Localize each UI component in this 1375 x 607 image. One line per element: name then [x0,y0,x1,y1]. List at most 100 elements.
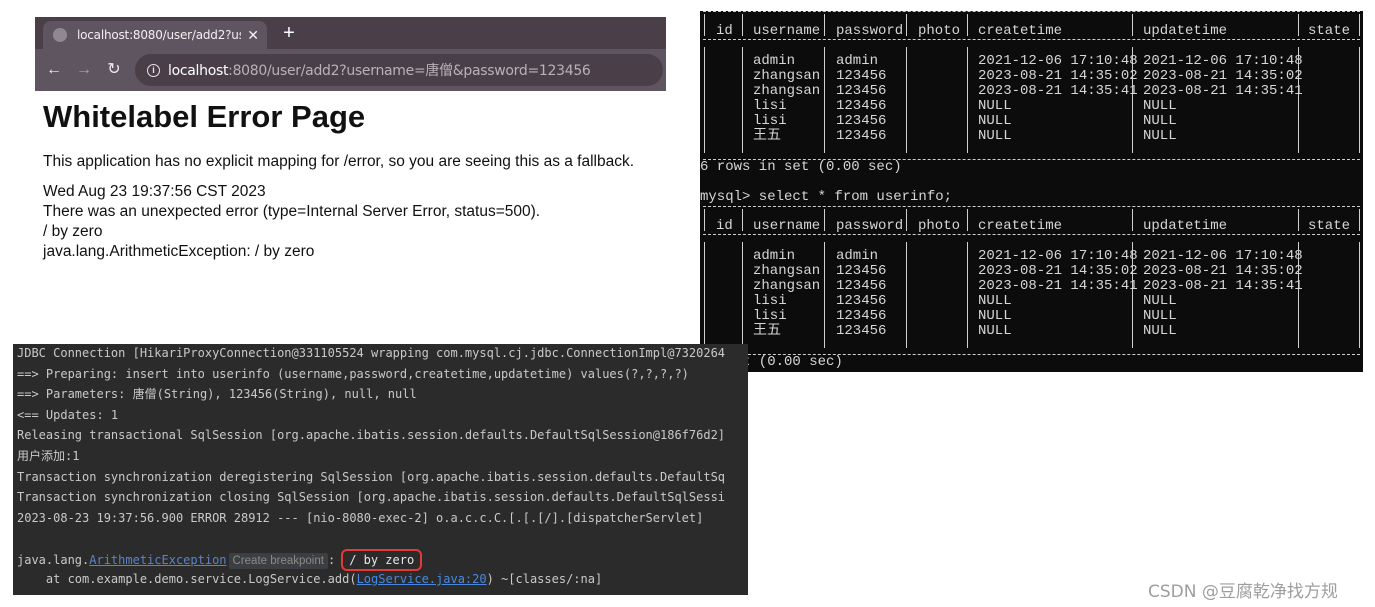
page-title: Whitelabel Error Page [43,99,366,134]
table-cell: NULL [1143,98,1177,114]
table-border [824,209,825,231]
table-border [703,234,1360,235]
column-header: id [716,23,733,39]
column-header: updatetime [1143,218,1228,234]
table-cell: 王五 [753,128,781,144]
table-border [703,39,1360,40]
table-border [967,242,968,348]
table-border [704,242,705,348]
table-cell: NULL [978,308,1012,324]
new-tab-button[interactable]: + [278,22,300,44]
table-border [742,14,743,36]
table-cell: NULL [978,128,1012,144]
back-arrow-icon[interactable]: ← [43,59,65,81]
table-cell: 2023-08-21 14:35:41 [978,83,1138,99]
reload-icon[interactable]: ↻ [103,59,125,81]
log-line: ==> Preparing: insert into userinfo (use… [17,366,689,381]
log-line: 用户添加:1 [17,449,80,463]
table-cell: NULL [1143,323,1177,339]
tab-strip: localhost:8080/user/add2?use ✕ + [35,17,666,49]
mysql-console[interactable]: id username password photo createtime updatet… [700,11,1363,372]
highlighted-error-message: / by zero [341,549,423,571]
table-border [704,14,705,36]
log-line: Releasing transactional SqlSession [org.… [17,428,726,443]
exception-class-link[interactable]: ArithmeticException [89,553,226,567]
table-border [1359,47,1360,153]
address-bar[interactable]: i localhost:8080/user/add2?username=唐僧&p… [135,54,663,86]
error-timestamp: Wed Aug 23 19:37:56 CST 2023 [43,183,266,200]
error-exception: java.lang.ArithmeticException: / by zero [43,243,315,260]
browser-tab[interactable]: localhost:8080/user/add2?use ✕ [43,21,267,49]
table-border [1359,209,1360,231]
table-cell: 2023-08-21 14:35:02 [1143,68,1303,84]
table-cell: zhangsan [753,68,821,84]
table-cell: 2021-12-06 17:10:48 [978,53,1138,69]
log-line: JDBC Connection [HikariProxyConnection@3… [17,346,726,360]
column-header: state [1308,23,1351,39]
table-border [967,14,968,36]
exception-line: java.lang.ArithmeticException Create brea… [17,549,423,571]
source-file-link[interactable]: LogService.java:20 [357,572,487,586]
forward-arrow-icon[interactable]: → [73,59,95,81]
table-cell: 123456 [836,278,887,294]
table-cell: NULL [978,113,1012,129]
table-border [906,209,907,231]
table-border [1359,14,1360,36]
close-icon[interactable]: ✕ [247,28,259,42]
table-cell: 2021-12-06 17:10:48 [1143,53,1303,69]
column-header: password [836,23,904,39]
ide-log-console[interactable]: JDBC Connection [HikariProxyConnection@3… [13,344,748,595]
table-cell: 123456 [836,83,887,99]
error-page: Whitelabel Error Page This application h… [35,91,666,271]
table-cell: NULL [978,323,1012,339]
error-status: There was an unexpected error (type=Inte… [43,203,541,220]
column-header: username [753,23,821,39]
log-line: Transaction synchronization deregisterin… [17,469,726,484]
table-cell: NULL [1143,128,1177,144]
info-icon[interactable]: i [147,63,160,77]
table-border [742,47,743,153]
browser-window: localhost:8080/user/add2?use ✕ + ← → ↻ i… [35,17,666,271]
table-border [967,209,968,231]
table-border [1132,209,1133,231]
table-cell: 123456 [836,323,887,339]
log-line: Transaction synchronization closing SqlS… [17,490,726,505]
table-border [704,209,705,231]
table-cell: 123456 [836,113,887,129]
table-cell: 123456 [836,68,887,84]
table-border [906,14,907,36]
table-cell: 2023-08-21 14:35:02 [1143,263,1303,279]
log-line: <== Updates: 1 [17,407,119,422]
table-cell: 2023-08-21 14:35:41 [978,278,1138,294]
stack-trace-line: at com.example.demo.service.LogService.a… [17,572,603,586]
table-cell: admin [836,53,879,69]
table-border [704,47,705,153]
log-line: ==> Parameters: 唐僧(String), 123456(Strin… [17,387,417,402]
table-cell: NULL [1143,308,1177,324]
table-cell: NULL [978,293,1012,309]
column-header: photo [918,218,961,234]
table-cell: lisi [753,293,787,309]
table-border [967,47,968,153]
column-header: createtime [978,23,1063,39]
table-border [824,14,825,36]
table-cell: lisi [753,308,787,324]
create-breakpoint-button[interactable]: Create breakpoint [228,552,328,569]
table-cell: 123456 [836,128,887,144]
table-border [824,47,825,153]
table-border [1298,209,1299,231]
table-cell: 2023-08-21 14:35:41 [1143,83,1303,99]
tab-title: localhost:8080/user/add2?use [77,28,242,42]
url-text: localhost:8080/user/add2?username=唐僧&pas… [168,63,591,79]
table-cell: 王五 [753,323,781,339]
table-cell: zhangsan [753,278,821,294]
table-cell: zhangsan [753,263,821,279]
table-cell: NULL [1143,293,1177,309]
column-header: createtime [978,218,1063,234]
globe-icon [53,28,67,42]
table-cell: 123456 [836,98,887,114]
result-summary: 6 rows in set (0.00 sec) [700,159,902,175]
table-border [906,242,907,348]
column-header: username [753,218,821,234]
error-description: This application has no explicit mapping… [43,153,635,170]
